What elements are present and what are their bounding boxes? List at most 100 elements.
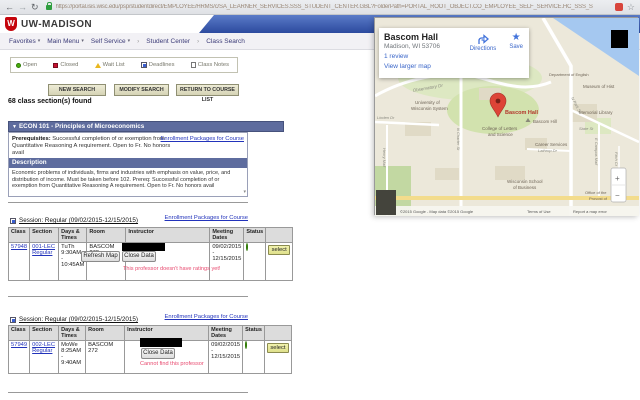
col-days-times: Days & Times bbox=[58, 227, 88, 243]
description-header: Description bbox=[9, 158, 247, 168]
new-search-button[interactable]: NEW SEARCH bbox=[48, 84, 106, 96]
poi-label: College of Letters bbox=[482, 126, 518, 131]
course-info-box: Prerequisites: Successful completion of … bbox=[8, 132, 248, 197]
poi-label: and Science bbox=[488, 132, 513, 137]
chevron-down-icon: ▾ bbox=[127, 38, 131, 44]
map-attribution: ©2015 Google - Map data ©2015 Google bbox=[400, 209, 474, 214]
screen: ← → ↻ https://portal.isis.wisc.edu/psp/s… bbox=[0, 0, 640, 400]
room-cell: BASCOM 272 bbox=[85, 340, 126, 374]
divider bbox=[8, 392, 248, 393]
deadlines-icon[interactable] bbox=[10, 217, 16, 224]
view-larger-map-link[interactable]: View larger map bbox=[384, 63, 524, 70]
poi-label: Museum of Hist bbox=[583, 84, 615, 89]
waitlist-status-icon bbox=[94, 62, 101, 68]
col-class: Class bbox=[7, 325, 31, 341]
open-status-icon bbox=[16, 62, 21, 68]
street-label: N Charter St bbox=[456, 128, 461, 151]
poi-label: Office of the bbox=[585, 190, 607, 195]
col-section: Section bbox=[29, 227, 60, 243]
return-to-course-list-button[interactable]: RETURN TO COURSE LIST bbox=[176, 84, 239, 103]
prerequisites-text: Prerequisites: Successful completion of … bbox=[12, 136, 171, 156]
course-title: ECON 101 - Principles of Microeconomics bbox=[18, 123, 145, 130]
section-link[interactable]: Regular bbox=[32, 348, 56, 354]
uw-crest-icon: W bbox=[5, 17, 17, 31]
poi-label: University of bbox=[415, 100, 441, 105]
meeting-dates-cell: 09/02/2015 - 12/15/2015 bbox=[209, 242, 245, 281]
poi-label: Bascom Hill bbox=[533, 119, 557, 124]
collapse-arrow-icon[interactable]: ▼ bbox=[12, 124, 17, 130]
close-data-button[interactable]: Close Data bbox=[122, 251, 156, 262]
url-text[interactable]: https://portal.isis.wisc.edu/psp/student… bbox=[56, 4, 611, 10]
description-text: Economic problems of individuals, firms … bbox=[12, 170, 231, 190]
extension-icon[interactable] bbox=[614, 3, 623, 11]
terms-of-use-link[interactable]: Terms of Use bbox=[527, 209, 551, 214]
class-number-link[interactable]: 57948 bbox=[11, 244, 27, 250]
modify-search-button[interactable]: MODIFY SEARCH bbox=[114, 84, 169, 96]
breadcrumb-main-menu[interactable]: Main Menu bbox=[47, 38, 79, 45]
enrollment-packages-link[interactable]: Enrollment Packages for Course bbox=[165, 314, 248, 320]
redacted-instructor bbox=[140, 338, 182, 347]
col-status: Status bbox=[243, 227, 267, 243]
section-link[interactable]: Regular bbox=[32, 250, 56, 256]
zoom-out-button[interactable]: − bbox=[615, 191, 620, 200]
prerequisites-label: Prerequisites: bbox=[12, 136, 51, 142]
col-action bbox=[263, 325, 292, 341]
select-button[interactable]: select bbox=[268, 245, 291, 255]
enrollment-packages-link[interactable]: Enrollment Packages for Course bbox=[161, 136, 244, 142]
legend-label-open: Open bbox=[23, 62, 38, 68]
professor-rating-note: This professor doesn't have ratings yet! bbox=[123, 266, 221, 272]
col-room: Room bbox=[85, 325, 126, 341]
redacted-map-block bbox=[611, 30, 628, 48]
brand-tab: W UW-MADISON bbox=[0, 15, 214, 33]
back-icon[interactable]: ← bbox=[5, 1, 14, 14]
legend-label-waitlist: Wait List bbox=[102, 62, 125, 68]
directions-button[interactable]: Directions bbox=[470, 33, 496, 52]
forward-icon[interactable]: → bbox=[18, 1, 27, 14]
meeting-dates-cell: 09/02/2015 - 12/15/2015 bbox=[208, 340, 244, 374]
https-padlock-icon bbox=[45, 1, 52, 10]
enrollment-packages-link[interactable]: Enrollment Packages for Course bbox=[165, 215, 248, 221]
breadcrumb-class-search: Class Search bbox=[206, 37, 245, 45]
close-data-button[interactable]: Close Data bbox=[141, 348, 175, 359]
class-notes-icon bbox=[190, 62, 196, 68]
chevron-down-icon: ▾ bbox=[37, 38, 41, 44]
course-section-header[interactable]: ▼ ECON 101 - Principles of Microeconomics bbox=[8, 121, 284, 132]
brand-title: UW-MADISON bbox=[21, 18, 93, 30]
poi-label: Provost of bbox=[589, 196, 608, 201]
class-number-link[interactable]: 57949 bbox=[11, 342, 27, 348]
breadcrumb-student-center[interactable]: Student Center bbox=[146, 38, 190, 45]
breadcrumb-favorites[interactable]: Favorites bbox=[9, 38, 36, 45]
deadlines-icon[interactable] bbox=[10, 316, 16, 323]
reload-icon[interactable]: ↻ bbox=[31, 1, 39, 14]
col-class: Class bbox=[7, 227, 31, 243]
street-label: State St bbox=[579, 126, 594, 131]
col-action bbox=[265, 227, 294, 243]
reviews-link[interactable]: 1 review bbox=[384, 53, 524, 60]
refresh-map-button[interactable]: Refresh Map bbox=[81, 251, 120, 262]
poi-label: of Business bbox=[513, 185, 537, 190]
professor-rating-note: Cannot find this professor bbox=[140, 361, 204, 367]
col-meeting-dates: Meeting Dates bbox=[208, 325, 244, 341]
col-days-times: Days & Times bbox=[58, 325, 87, 341]
days-times-cell: MoWe 8:25AM - 9:40AM bbox=[58, 340, 87, 374]
report-error-link[interactable]: Report a map error bbox=[573, 209, 607, 214]
poi-label: Career Services bbox=[535, 142, 568, 147]
poi-label: Department of English bbox=[549, 72, 589, 77]
breadcrumb-self-service[interactable]: Self Service bbox=[91, 38, 126, 45]
redacted-instructor bbox=[122, 243, 165, 251]
breadcrumb-separator: › bbox=[197, 37, 200, 45]
save-button[interactable]: ★ Save bbox=[509, 33, 523, 52]
zoom-in-button[interactable]: + bbox=[615, 174, 620, 183]
result-count: 68 class section(s) found bbox=[8, 98, 92, 105]
street-label: Linden Dr bbox=[377, 115, 395, 120]
select-button[interactable]: select bbox=[266, 343, 289, 353]
street-label: Henry Mall bbox=[382, 148, 387, 167]
divider bbox=[8, 296, 248, 297]
scrollbar-down-icon[interactable]: ▾ bbox=[243, 189, 246, 195]
browser-toolbar: ← → ↻ https://portal.isis.wisc.edu/psp/s… bbox=[0, 0, 640, 15]
col-section: Section bbox=[29, 325, 60, 341]
street-label: Fitch Ct bbox=[614, 152, 619, 167]
chevron-down-icon: ▾ bbox=[81, 38, 84, 44]
poi-label: Wisconsin System bbox=[411, 106, 448, 111]
bookmark-star-icon[interactable]: ☆ bbox=[627, 1, 635, 13]
